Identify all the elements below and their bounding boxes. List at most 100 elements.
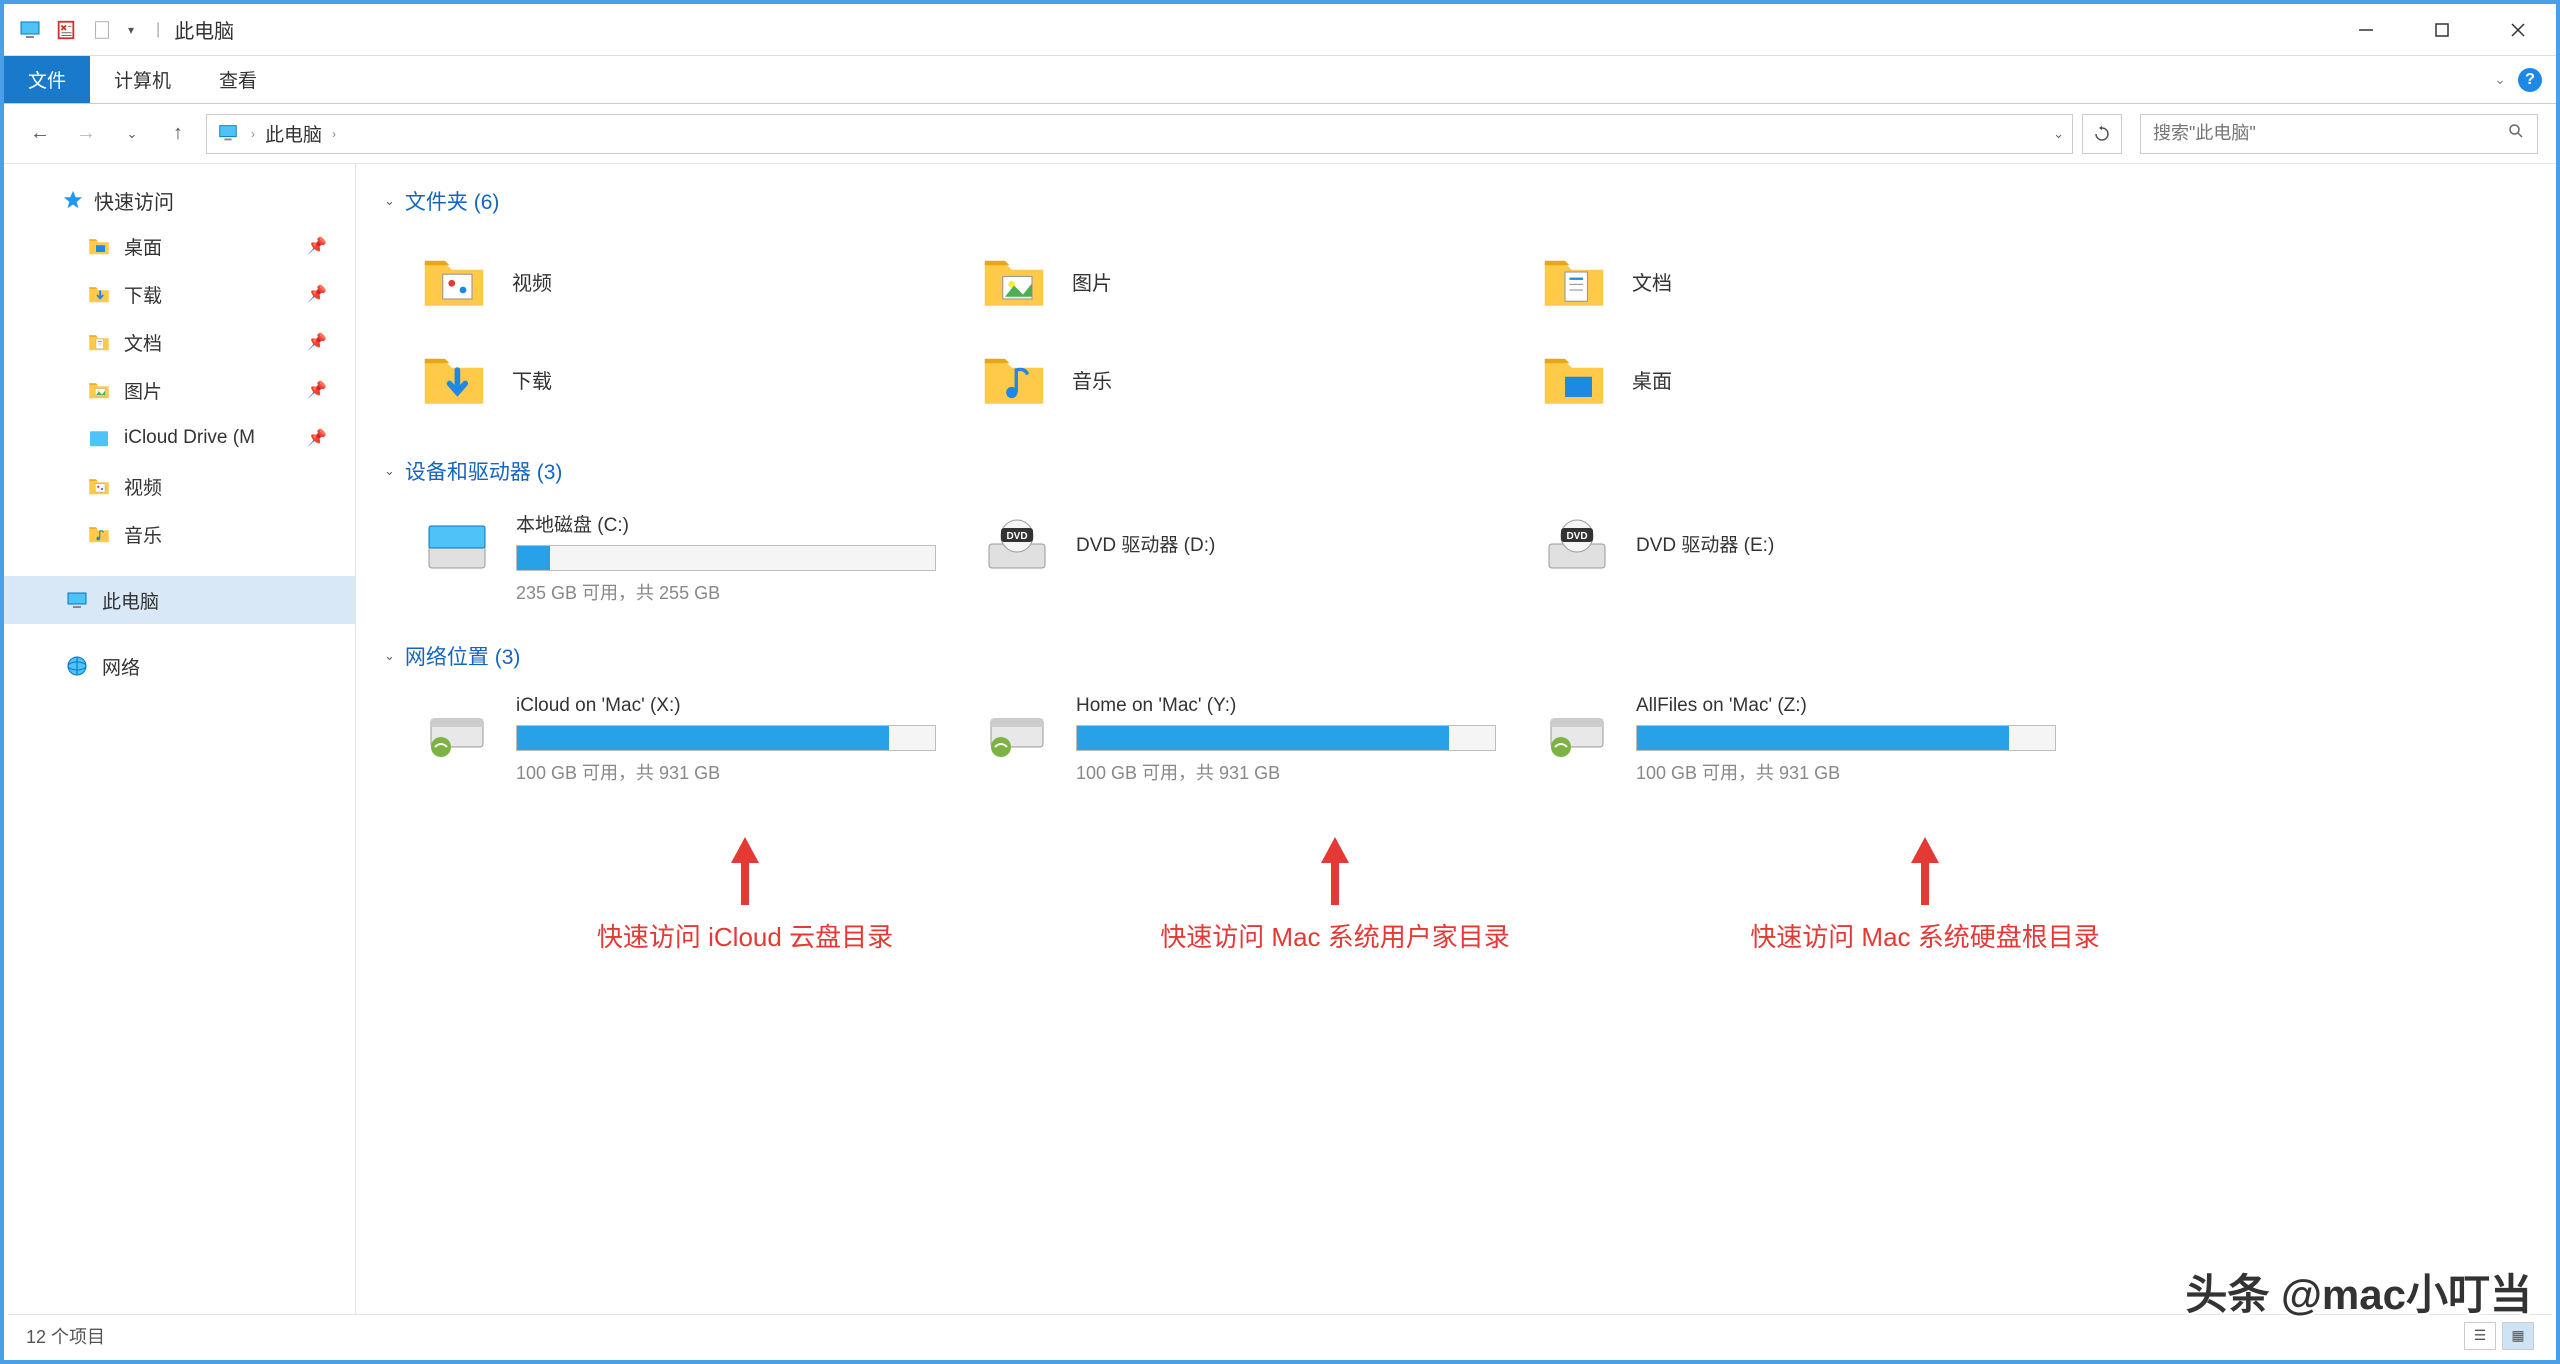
forward-button[interactable]: → xyxy=(68,116,104,152)
sidebar-item-label: 文档 xyxy=(124,329,162,356)
address-dropdown-icon[interactable]: ⌄ xyxy=(2053,126,2064,142)
icons-view-button[interactable]: ▦ xyxy=(2502,1322,2534,1350)
videos-icon xyxy=(86,473,112,499)
folder-item[interactable]: 下载 xyxy=(410,330,970,428)
minimize-button[interactable] xyxy=(2328,6,2404,54)
folder-item[interactable]: 音乐 xyxy=(970,330,1530,428)
sidebar-label: 此电脑 xyxy=(102,587,159,614)
maximize-button[interactable] xyxy=(2404,6,2480,54)
sidebar-item[interactable]: 视频 xyxy=(4,462,355,510)
sidebar-item[interactable]: 桌面 📌 xyxy=(4,222,355,270)
sidebar-network[interactable]: 网络 xyxy=(4,642,355,690)
address-location[interactable]: 此电脑 xyxy=(265,120,322,147)
status-bar: 12 个项目 ☰ ▦ xyxy=(8,1314,2552,1356)
address-bar[interactable]: › 此电脑 › ⌄ xyxy=(206,114,2073,154)
back-button[interactable]: ← xyxy=(22,116,58,152)
navigation-pane: 快速访问 桌面📌下载📌文档📌图片📌iCloud Drive (M📌视频音乐 此电… xyxy=(4,164,356,1318)
refresh-button[interactable] xyxy=(2082,114,2122,154)
pc-icon xyxy=(64,587,90,613)
pin-icon: 📌 xyxy=(307,380,327,400)
sidebar-item[interactable]: iCloud Drive (M📌 xyxy=(4,414,355,462)
separator: | xyxy=(150,21,166,39)
search-icon[interactable] xyxy=(2507,122,2525,145)
dvd-icon: DVD xyxy=(1538,510,1616,582)
pc-icon xyxy=(217,122,241,146)
group-title: 网络位置 (3) xyxy=(405,641,521,671)
folder-label: 文档 xyxy=(1632,267,1672,296)
main-area: 快速访问 桌面📌下载📌文档📌图片📌iCloud Drive (M📌视频音乐 此电… xyxy=(4,164,2556,1318)
drive-item[interactable]: DVDDVD 驱动器 (E:) xyxy=(1530,502,2090,613)
tab-file[interactable]: 文件 xyxy=(4,56,90,103)
capacity-bar xyxy=(516,545,936,571)
sidebar-quick-access[interactable]: 快速访问 xyxy=(4,178,355,222)
details-view-button[interactable]: ☰ xyxy=(2464,1322,2496,1350)
sidebar-item-label: 视频 xyxy=(124,473,162,500)
drive-stats: 100 GB 可用，共 931 GB xyxy=(1076,759,1522,785)
title-bar: ▾ | 此电脑 xyxy=(4,4,2556,56)
documents-icon xyxy=(1538,245,1610,317)
up-button[interactable]: ↑ xyxy=(160,116,196,152)
sidebar-this-pc[interactable]: 此电脑 xyxy=(4,576,355,624)
group-header-devices[interactable]: ⌄ 设备和驱动器 (3) xyxy=(380,448,2532,494)
content-area: ⌄ 文件夹 (6) 视频 图片 文档下载音乐 桌面 ⌄ 设备和驱动器 (3) 本地磁盘… xyxy=(356,164,2556,1318)
drive-stats: 100 GB 可用，共 931 GB xyxy=(516,759,962,785)
chevron-down-icon: ⌄ xyxy=(384,648,395,664)
capacity-bar xyxy=(516,725,936,751)
group-header-network[interactable]: ⌄ 网络位置 (3) xyxy=(380,633,2532,679)
window-title: 此电脑 xyxy=(166,15,234,44)
folder-item[interactable]: 图片 xyxy=(970,232,1530,330)
group-header-folders[interactable]: ⌄ 文件夹 (6) xyxy=(380,178,2532,224)
sidebar-item[interactable]: 下载 📌 xyxy=(4,270,355,318)
sidebar-item-label: 桌面 xyxy=(124,233,162,260)
annotation-text: 快速访问 iCloud 云盘目录 xyxy=(597,917,893,954)
drive-item[interactable]: DVD DVD 驱动器 (D:) xyxy=(970,502,1530,613)
network-drive-item[interactable]: AllFiles on 'Mac' (Z:)100 GB 可用，共 931 GB xyxy=(1530,687,2090,793)
tab-computer[interactable]: 计算机 xyxy=(90,56,195,103)
folder-item[interactable]: 视频 xyxy=(410,232,970,330)
folder-label: 图片 xyxy=(1072,267,1112,296)
sidebar-item[interactable]: 图片📌 xyxy=(4,366,355,414)
chevron-right-icon[interactable]: › xyxy=(251,127,255,141)
search-box[interactable] xyxy=(2140,114,2538,154)
chevron-right-icon[interactable]: › xyxy=(332,127,336,141)
documents-icon xyxy=(86,329,112,355)
drive-name: DVD 驱动器 (D:) xyxy=(1076,510,1522,557)
item-count: 12 个项目 xyxy=(26,1323,105,1349)
folder-item[interactable]: 文档 xyxy=(1530,232,2090,330)
network-drive-item[interactable]: iCloud on 'Mac' (X:)100 GB 可用，共 931 GB xyxy=(410,687,970,793)
network-drive-item[interactable]: Home on 'Mac' (Y:)100 GB 可用，共 931 GB xyxy=(970,687,1530,793)
tab-view[interactable]: 查看 xyxy=(195,56,281,103)
capacity-bar xyxy=(1636,725,2056,751)
folder-label: 桌面 xyxy=(1632,365,1672,394)
qat-dropdown-icon[interactable]: ▾ xyxy=(124,23,138,37)
sidebar-item-label: 下载 xyxy=(124,281,162,308)
annotation-text: 快速访问 Mac 系统硬盘根目录 xyxy=(1750,917,2100,954)
downloads-icon xyxy=(418,343,490,415)
svg-text:DVD: DVD xyxy=(1006,531,1027,542)
annotation: 快速访问 iCloud 云盘目录 xyxy=(470,837,1020,954)
dvd-icon: DVD xyxy=(978,510,1056,582)
folder-item[interactable]: 桌面 xyxy=(1530,330,2090,428)
pictures-icon xyxy=(86,377,112,403)
watermark: 头条 @mac小叮当 xyxy=(2185,1261,2532,1322)
search-input[interactable] xyxy=(2153,123,2507,144)
properties-icon[interactable] xyxy=(52,16,80,44)
pin-icon: 📌 xyxy=(307,236,327,256)
pin-icon: 📌 xyxy=(307,284,327,304)
sidebar-item-label: iCloud Drive (M xyxy=(124,427,255,449)
drive-item[interactable]: 本地磁盘 (C:)235 GB 可用，共 255 GB xyxy=(410,502,970,613)
pin-icon: 📌 xyxy=(307,332,327,352)
svg-text:DVD: DVD xyxy=(1566,531,1587,542)
ribbon-collapse-icon[interactable]: ⌄ xyxy=(2494,71,2506,88)
network-icon xyxy=(64,653,90,679)
blank-icon[interactable] xyxy=(88,16,116,44)
ribbon-tabs: 文件 计算机 查看 ⌄ ? xyxy=(4,56,2556,104)
network-drive-icon xyxy=(978,695,1056,767)
annotations: 快速访问 iCloud 云盘目录 快速访问 Mac 系统用户家目录 快速访问 M… xyxy=(380,837,2532,954)
close-button[interactable] xyxy=(2480,6,2556,54)
sidebar-item[interactable]: 音乐 xyxy=(4,510,355,558)
sidebar-item[interactable]: 文档 📌 xyxy=(4,318,355,366)
disk-icon xyxy=(418,510,496,582)
recent-dropdown[interactable]: ⌄ xyxy=(114,116,150,152)
help-icon[interactable]: ? xyxy=(2518,68,2542,92)
